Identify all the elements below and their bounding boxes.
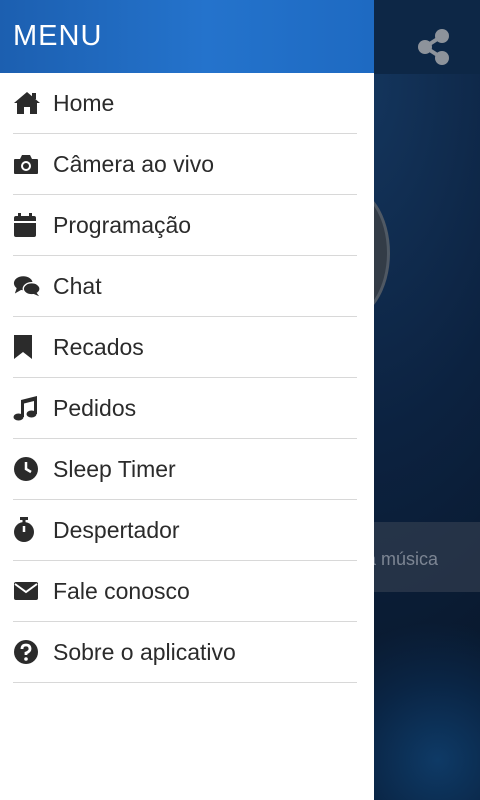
- menu-item-label: Câmera ao vivo: [53, 150, 215, 177]
- menu-item-schedule[interactable]: Programação: [13, 195, 357, 256]
- menu-item-label: Sleep Timer: [53, 455, 176, 482]
- menu-item-contact[interactable]: Fale conosco: [13, 561, 357, 622]
- menu-item-label: Sobre o aplicativo: [53, 638, 236, 665]
- menu-item-label: Chat: [53, 272, 102, 299]
- menu-item-home[interactable]: Home: [13, 73, 357, 134]
- menu-item-alarm[interactable]: Despertador: [13, 500, 357, 561]
- menu-item-label: Despertador: [53, 516, 180, 543]
- envelope-icon: [13, 577, 41, 605]
- navigation-drawer: MENU Home Câmera ao vivo Programação Cha…: [0, 0, 374, 800]
- menu-item-label: Recados: [53, 333, 144, 360]
- menu-item-about[interactable]: Sobre o aplicativo: [13, 622, 357, 683]
- background-glow: [374, 600, 480, 800]
- bookmark-icon: [13, 333, 41, 361]
- share-icon[interactable]: [414, 27, 454, 67]
- menu-item-label: Fale conosco: [53, 577, 190, 604]
- calendar-icon: [13, 211, 41, 239]
- menu-list: Home Câmera ao vivo Programação Chat Rec: [0, 73, 374, 683]
- stopwatch-icon: [13, 516, 41, 544]
- clock-icon: [13, 455, 41, 483]
- drawer-header: MENU: [0, 0, 374, 73]
- menu-item-label: Programação: [53, 211, 192, 238]
- menu-item-label: Pedidos: [53, 394, 137, 421]
- menu-item-camera[interactable]: Câmera ao vivo: [13, 134, 357, 195]
- home-icon: [13, 89, 41, 117]
- now-playing-text: a música: [366, 549, 439, 569]
- camera-icon: [13, 150, 41, 178]
- menu-item-sleep-timer[interactable]: Sleep Timer: [13, 439, 357, 500]
- question-icon: [13, 638, 41, 666]
- chat-icon: [13, 272, 41, 300]
- music-icon: [13, 394, 41, 422]
- menu-item-label: Home: [53, 89, 115, 116]
- menu-item-requests[interactable]: Pedidos: [13, 378, 357, 439]
- menu-item-messages[interactable]: Recados: [13, 317, 357, 378]
- drawer-title: MENU: [13, 20, 103, 52]
- menu-item-chat[interactable]: Chat: [13, 256, 357, 317]
